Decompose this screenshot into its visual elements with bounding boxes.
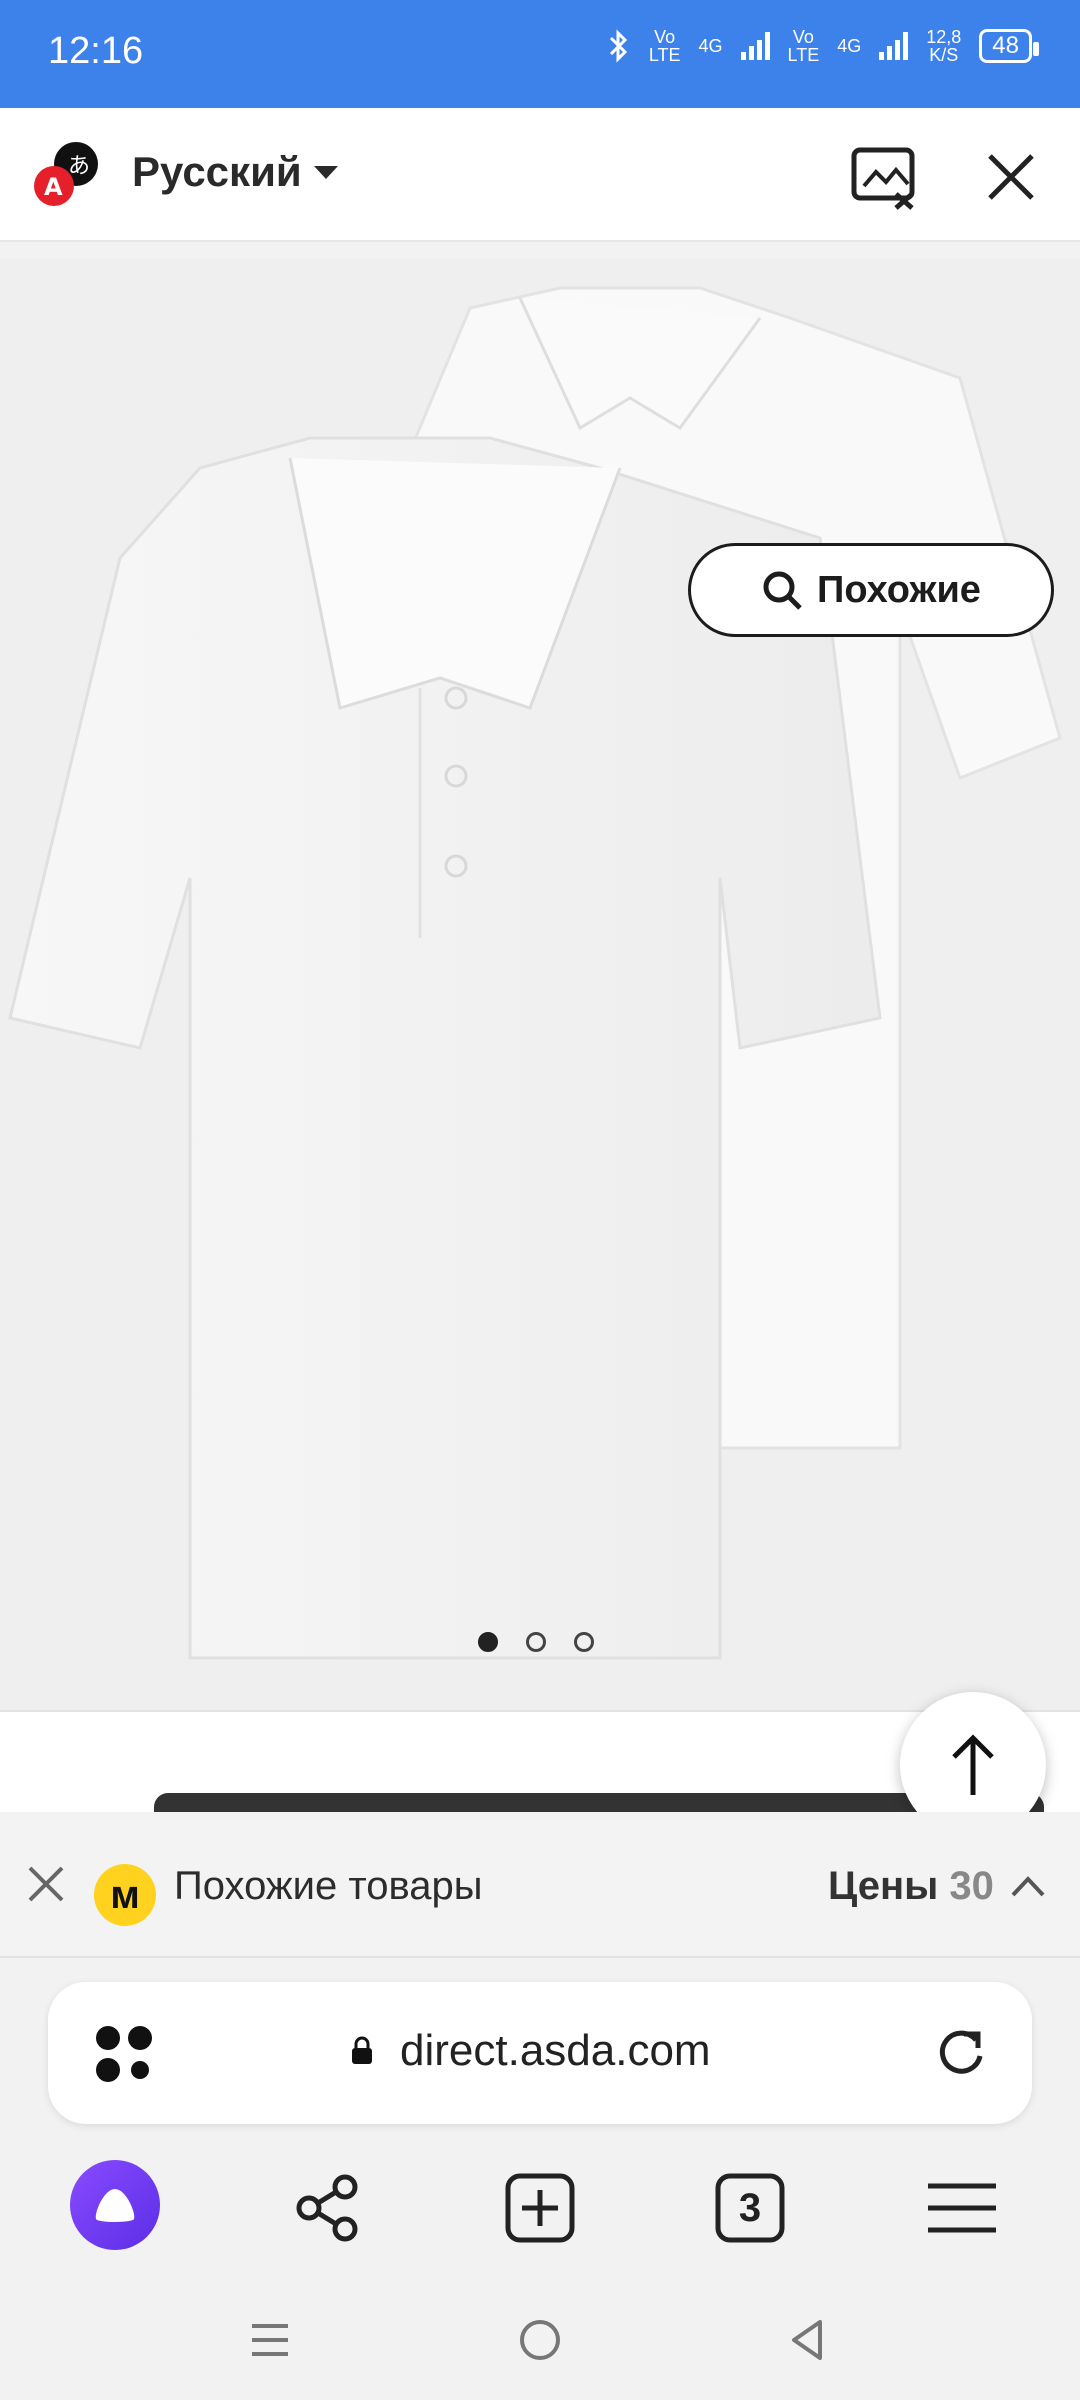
lock-icon xyxy=(352,2036,372,2064)
product-image[interactable]: Похожие xyxy=(0,258,1080,1710)
close-icon[interactable] xyxy=(26,1864,66,1904)
system-navigation-bar xyxy=(0,2280,1080,2400)
sim1-network: 4G xyxy=(698,36,723,56)
sim2-signal-icon xyxy=(879,32,909,60)
prices-count: 30 xyxy=(949,1864,994,1908)
home-icon[interactable] xyxy=(518,2318,562,2362)
translate-icon[interactable]: あ A xyxy=(32,138,102,208)
address-bar[interactable]: direct.asda.com xyxy=(48,1982,1032,2124)
sim1-volte: Vo LTE xyxy=(648,27,681,65)
battery-icon: 48 xyxy=(979,29,1039,63)
tabs-count: 3 xyxy=(738,2186,762,2230)
svg-text:あ: あ xyxy=(68,154,90,179)
status-bar: 12:16 Vo LTE 4G Vo LTE 4G 12,8 K/S 48 xyxy=(0,0,1080,108)
image-pagination xyxy=(478,1632,594,1652)
alice-assistant-icon[interactable] xyxy=(70,2160,160,2250)
sim1-signal-icon xyxy=(740,32,770,60)
reload-icon[interactable] xyxy=(934,2026,988,2080)
arrow-up-icon xyxy=(952,1734,994,1795)
pagination-dot-1[interactable] xyxy=(478,1632,498,1652)
menu-icon[interactable] xyxy=(914,2160,1010,2256)
services-icon[interactable] xyxy=(94,2024,158,2084)
bluetooth-icon xyxy=(609,29,627,63)
polo-shirts-image xyxy=(8,286,1062,1660)
market-logo: м xyxy=(94,1864,156,1926)
pagination-dot-3[interactable] xyxy=(574,1632,594,1652)
tabs-icon: 3 xyxy=(714,2172,786,2244)
url-text[interactable]: direct.asda.com xyxy=(400,2026,711,2076)
network-speed: 12,8 K/S xyxy=(926,27,962,65)
similar-button-label: Похожие xyxy=(817,568,981,611)
language-selector[interactable]: Русский xyxy=(132,148,302,196)
back-icon[interactable] xyxy=(786,2318,830,2362)
similar-products-title: Похожие товары xyxy=(174,1864,483,1908)
alice-glyph-icon xyxy=(95,2189,135,2222)
browser-toolbar: 3 xyxy=(0,2160,1080,2260)
similar-products-bar[interactable]: м Похожие товары Цены 30 xyxy=(0,1812,1080,1958)
status-icons: Vo LTE 4G Vo LTE 4G 12,8 K/S 48 xyxy=(607,27,1039,65)
pagination-dot-2[interactable] xyxy=(526,1632,546,1652)
status-time: 12:16 xyxy=(48,30,144,72)
svg-text:A: A xyxy=(44,173,63,201)
new-tab-icon[interactable] xyxy=(492,2160,588,2256)
tabs-button[interactable]: 3 xyxy=(702,2160,798,2256)
sim2-network: 4G xyxy=(837,36,862,56)
recent-apps-icon[interactable] xyxy=(248,2318,292,2362)
sim2-volte: Vo LTE xyxy=(787,27,820,65)
prices-label[interactable]: Цены 30 xyxy=(828,1864,994,1909)
similar-search-button[interactable]: Похожие xyxy=(688,543,1054,637)
close-icon[interactable] xyxy=(984,150,1038,204)
search-icon xyxy=(763,571,802,610)
translate-bar: あ A Русский xyxy=(0,108,1080,242)
chevron-down-icon[interactable] xyxy=(314,166,338,179)
chevron-up-icon[interactable] xyxy=(1010,1874,1046,1898)
battery-level: 48 xyxy=(992,32,1019,59)
share-icon[interactable] xyxy=(280,2160,376,2256)
disable-translation-icon[interactable] xyxy=(850,146,920,210)
